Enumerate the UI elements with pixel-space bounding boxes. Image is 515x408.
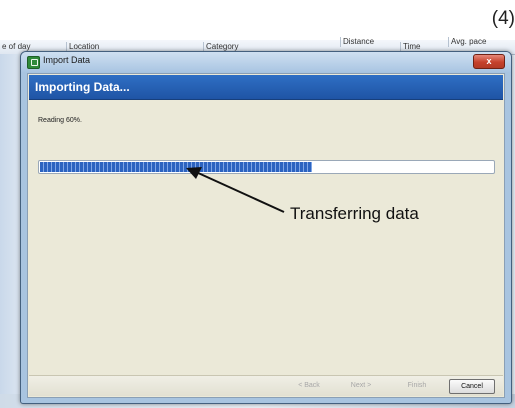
- progress-bar: [38, 160, 495, 174]
- close-icon: x: [486, 56, 492, 66]
- close-button[interactable]: x: [473, 54, 505, 69]
- annotation-label: Transferring data: [290, 204, 419, 223]
- screenshot-page: (4) e of day Location Category Distance …: [0, 0, 515, 408]
- column-header-avg-pace[interactable]: Avg. pace: [448, 37, 486, 47]
- import-data-dialog: Import Data x Importing Data... Reading …: [20, 51, 512, 404]
- progress-bar-fill: [40, 162, 312, 172]
- background-left-panel: [0, 54, 22, 408]
- wizard-button-bar: < Back Next > Finish Cancel: [29, 375, 503, 396]
- progress-status-text: Reading 60%.: [38, 117, 82, 124]
- cancel-button[interactable]: Cancel: [449, 379, 495, 394]
- dialog-content: Importing Data... Reading 60%. < Back Ne…: [27, 73, 505, 398]
- back-button[interactable]: < Back: [289, 379, 329, 392]
- step-label: (4): [491, 8, 515, 29]
- next-button[interactable]: Next >: [341, 379, 381, 392]
- import-data-icon: [27, 56, 40, 69]
- wizard-header: Importing Data...: [29, 75, 503, 100]
- dialog-title: Import Data: [43, 55, 91, 65]
- finish-button[interactable]: Finish: [397, 379, 437, 392]
- wizard-heading: Importing Data...: [35, 80, 130, 94]
- dialog-titlebar[interactable]: Import Data x: [21, 52, 511, 72]
- column-header-distance[interactable]: Distance: [340, 37, 374, 47]
